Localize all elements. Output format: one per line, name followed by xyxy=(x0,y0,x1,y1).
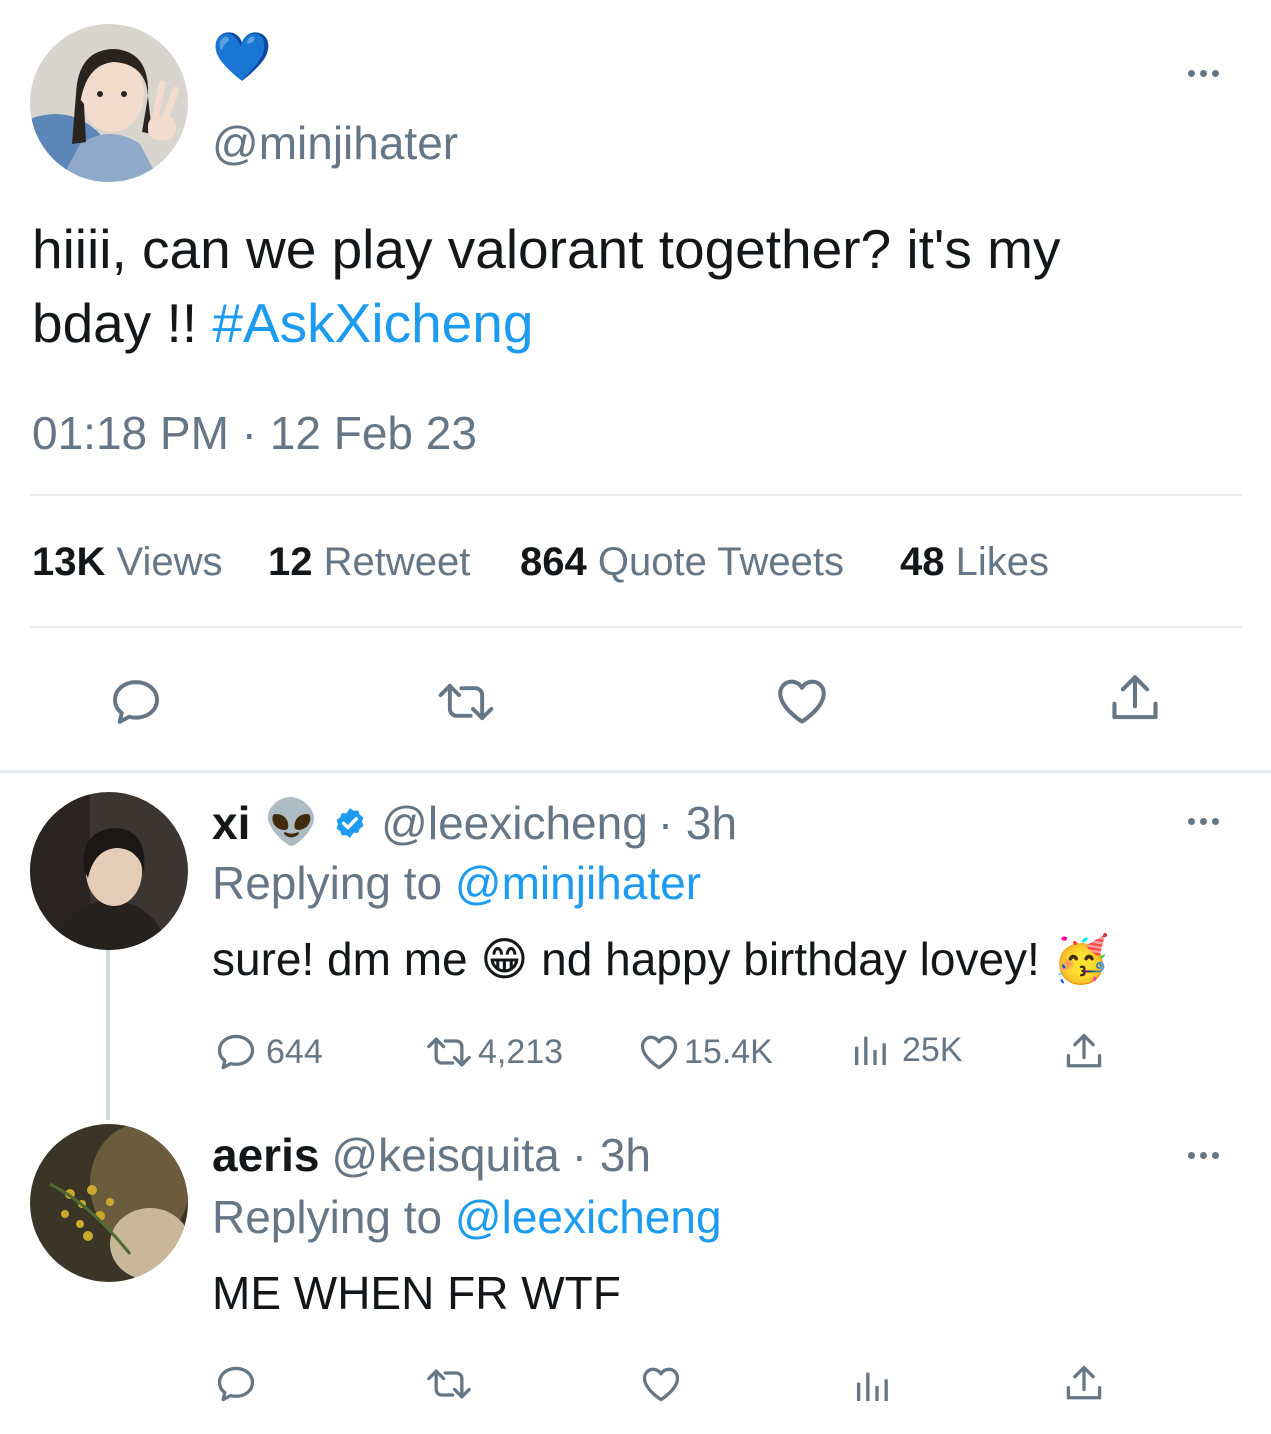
tweet-author-handle[interactable]: @minjihater xyxy=(212,120,458,166)
hashtag-link[interactable]: #AskXicheng xyxy=(212,292,533,354)
tweet-text-line2: bday !! #AskXicheng xyxy=(32,296,533,351)
reply-icon xyxy=(214,1030,258,1074)
reply-time[interactable]: · 3h xyxy=(658,800,737,846)
like-button[interactable]: 15.4K xyxy=(636,1030,773,1074)
like-count: 15.4K xyxy=(684,1032,773,1071)
share-icon[interactable] xyxy=(1062,1362,1106,1406)
tweet-text-line1: hiiii, can we play valorant together? it… xyxy=(32,218,1061,280)
reply-author-handle[interactable]: @keisquita xyxy=(331,1132,559,1178)
thread-line xyxy=(106,950,110,1120)
views-button[interactable]: 25K xyxy=(850,1030,963,1070)
views-label: Views xyxy=(116,540,223,584)
likes-count: 48 xyxy=(900,540,945,584)
divider xyxy=(30,494,1242,496)
views-icon[interactable] xyxy=(852,1366,892,1406)
retweets-stat[interactable]: 12 Retweet xyxy=(268,540,470,585)
retweets-label: Retweet xyxy=(323,540,471,584)
replying-to-link[interactable]: @minjihater xyxy=(455,857,701,909)
more-icon[interactable] xyxy=(1188,70,1219,77)
views-count: 25K xyxy=(902,1030,963,1069)
reply-header: aeris @keisquita · 3h xyxy=(212,1132,651,1178)
reply-icon[interactable] xyxy=(108,674,164,730)
likes-label: Likes xyxy=(955,540,1050,584)
divider xyxy=(30,626,1242,628)
retweet-button[interactable]: 4,213 xyxy=(424,1030,563,1074)
reply-author-handle[interactable]: @leexicheng xyxy=(381,800,648,846)
reply-text: ME WHEN FR WTF xyxy=(212,1267,621,1319)
section-divider xyxy=(0,770,1271,773)
reply-text-part2: nd happy birthday lovey! xyxy=(541,933,1040,985)
tweet-text-span: bday !! xyxy=(32,292,198,354)
likes-stat[interactable]: 48 Likes xyxy=(900,540,1049,585)
replying-to-prefix: Replying to xyxy=(212,1191,443,1243)
reply-text: sure! dm me 😁 nd happy birthday lovey! 🥳 xyxy=(212,936,1110,982)
party-emoji: 🥳 xyxy=(1052,933,1110,985)
retweet-icon xyxy=(424,1030,474,1074)
views-stat: 13K Views xyxy=(32,540,223,585)
quotes-count: 864 xyxy=(520,540,587,584)
retweet-count: 4,213 xyxy=(478,1032,564,1071)
reply-author-name[interactable]: xi xyxy=(212,800,250,846)
reply-icon[interactable] xyxy=(214,1362,258,1406)
grin-emoji: 😁 xyxy=(480,933,529,985)
name-emoji: 👽 xyxy=(264,798,320,847)
replying-to: Replying to @minjihater xyxy=(212,860,701,906)
reply-text-part1: sure! dm me xyxy=(212,933,468,985)
like-icon xyxy=(636,1030,682,1074)
more-icon[interactable] xyxy=(1188,1152,1219,1159)
replying-to-link[interactable]: @leexicheng xyxy=(455,1191,722,1243)
like-icon[interactable] xyxy=(772,672,832,730)
reply-header: xi 👽 @leexicheng · 3h xyxy=(212,800,737,846)
quotes-label: Quote Tweets xyxy=(597,540,844,584)
share-icon[interactable] xyxy=(1106,670,1164,728)
verified-badge-icon xyxy=(333,806,367,840)
reply-time[interactable]: · 3h xyxy=(572,1132,651,1178)
avatar-leexicheng[interactable] xyxy=(30,792,188,950)
reply-button[interactable]: 644 xyxy=(214,1030,323,1074)
tweet-timestamp[interactable]: 01:18 PM · 12 Feb 23 xyxy=(32,410,477,456)
views-count: 13K xyxy=(32,540,106,584)
replying-to-prefix: Replying to xyxy=(212,857,443,909)
retweet-icon[interactable] xyxy=(436,674,496,730)
retweets-count: 12 xyxy=(268,540,313,584)
retweet-icon[interactable] xyxy=(424,1362,474,1406)
reply-author-name[interactable]: aeris xyxy=(212,1132,319,1178)
like-icon[interactable] xyxy=(638,1362,684,1406)
avatar-minjihater[interactable] xyxy=(30,24,188,182)
replying-to: Replying to @leexicheng xyxy=(212,1194,722,1240)
views-icon xyxy=(850,1030,890,1070)
quotes-stat[interactable]: 864 Quote Tweets xyxy=(520,540,844,585)
display-name-emoji: 💙 xyxy=(212,31,272,84)
reply-count: 644 xyxy=(266,1032,323,1071)
more-icon[interactable] xyxy=(1188,818,1219,825)
avatar-keisquita[interactable] xyxy=(30,1124,188,1282)
share-icon[interactable] xyxy=(1062,1030,1106,1074)
